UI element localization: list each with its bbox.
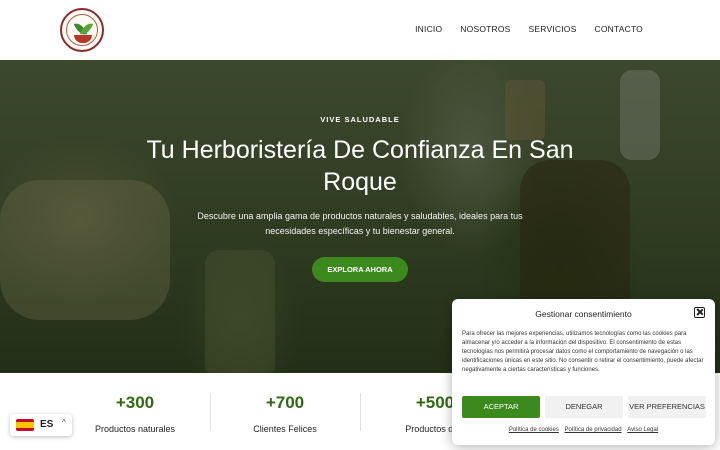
legal-notice-link[interactable]: Aviso Legal: [627, 427, 658, 433]
stat-label: Clientes Felices: [253, 424, 317, 434]
cookie-policy-link[interactable]: Política de cookies: [509, 427, 559, 433]
stat-products: +300 Productos naturales: [60, 393, 210, 434]
close-icon[interactable]: [694, 307, 705, 318]
hero-kicker: VIVE SALUDABLE: [320, 115, 400, 124]
accept-button[interactable]: ACEPTAR: [462, 396, 540, 418]
consent-title: Gestionar consentimiento: [535, 309, 632, 319]
site-header: INICIO NOSOTROS SERVICIOS CONTACTO: [0, 0, 720, 60]
nav-item-nosotros[interactable]: NOSOTROS: [460, 24, 510, 34]
language-switcher[interactable]: ES ^: [10, 414, 72, 436]
logo[interactable]: [60, 8, 104, 52]
nav-item-servicios[interactable]: SERVICIOS: [529, 24, 577, 34]
nav-item-contacto[interactable]: CONTACTO: [594, 24, 643, 34]
stat-number: +700: [265, 393, 305, 412]
deny-button[interactable]: DENEGAR: [545, 396, 623, 418]
nav-item-inicio[interactable]: INICIO: [415, 24, 442, 34]
language-code: ES: [40, 419, 54, 430]
stat-label: Productos naturales: [94, 424, 176, 434]
consent-links: Política de cookies Política de privacid…: [452, 427, 715, 433]
hero-title: Tu Herboristería De Confianza En San Roq…: [146, 136, 574, 196]
main-nav: INICIO NOSOTROS SERVICIOS CONTACTO: [415, 24, 643, 34]
hero-subtitle: Descubre una amplia gama de productos na…: [197, 211, 523, 236]
stat-clients: +700 Clientes Felices: [210, 393, 360, 434]
spain-flag-icon: [16, 419, 34, 431]
cookie-consent-dialog: Gestionar consentimiento Para ofrecer la…: [452, 299, 715, 445]
stat-number: +300: [115, 393, 155, 412]
chevron-up-icon: ^: [62, 418, 66, 427]
privacy-policy-link[interactable]: Política de privacidad: [565, 427, 622, 433]
consent-text: Para ofrecer las mejores experiencias, u…: [462, 331, 704, 373]
view-preferences-button[interactable]: VER PREFERENCIAS: [628, 396, 706, 418]
explore-button[interactable]: EXPLORA AHORA: [312, 257, 408, 282]
